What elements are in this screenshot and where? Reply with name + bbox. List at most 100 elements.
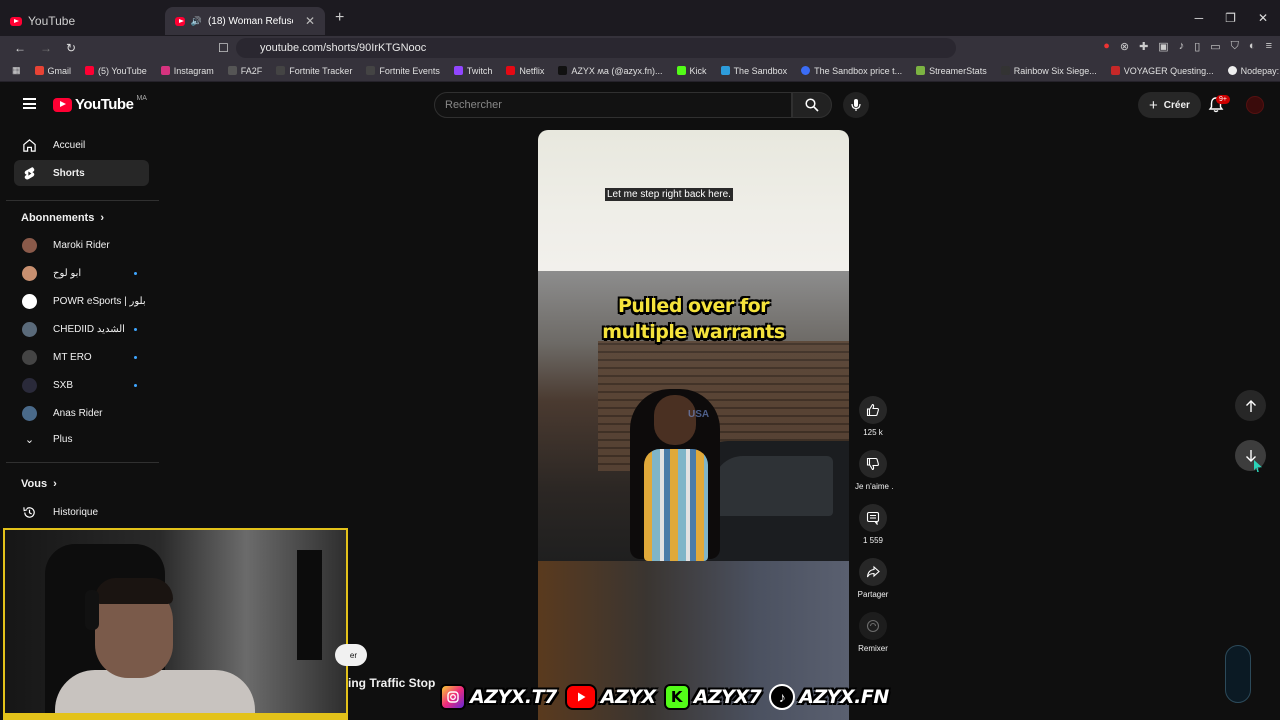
sidebar-item-history[interactable]: Historique bbox=[14, 499, 149, 525]
sidebar-subscription[interactable]: Maroki Rider bbox=[14, 232, 149, 258]
bookmark-item[interactable]: Twitch bbox=[453, 66, 492, 76]
forward-icon[interactable]: → bbox=[40, 41, 52, 55]
extension-icon[interactable]: ⊗ bbox=[1120, 40, 1129, 53]
create-button[interactable]: + Créer bbox=[1138, 92, 1201, 118]
next-short-button[interactable] bbox=[1235, 440, 1266, 471]
bookmark-item[interactable]: Kick bbox=[676, 66, 707, 76]
bookmark-item[interactable]: The Sandbox price t... bbox=[801, 66, 902, 76]
speaker-icon: 🔊 bbox=[190, 15, 202, 26]
title-line: Pulled over for bbox=[617, 295, 770, 317]
youtube-logo[interactable]: YouTube MA bbox=[53, 95, 147, 113]
menu-icon[interactable] bbox=[23, 98, 36, 109]
shorts-video-player[interactable]: Let me step right back here. USA Pulled … bbox=[538, 130, 849, 720]
sidebar-subscription[interactable]: SXB bbox=[14, 372, 149, 398]
plus-icon: + bbox=[1149, 96, 1158, 114]
video-title-overlay: Pulled over for multiple warrants bbox=[538, 293, 849, 345]
share-action: Partager bbox=[855, 558, 891, 599]
you-heading[interactable]: Vous › bbox=[21, 478, 57, 490]
subscribe-button-partial[interactable]: er bbox=[335, 644, 367, 666]
dislike-button[interactable] bbox=[859, 450, 887, 478]
search-input[interactable]: Rechercher bbox=[434, 92, 792, 118]
bookmark-item[interactable]: Rainbow Six Siege... bbox=[1000, 66, 1097, 76]
apps-icon[interactable]: ▦ bbox=[12, 65, 21, 76]
menu-icon[interactable]: ≡ bbox=[1266, 40, 1272, 53]
arrow-down-icon bbox=[1245, 449, 1256, 462]
new-content-dot bbox=[134, 327, 137, 331]
country-code: MA bbox=[136, 95, 147, 102]
browser-tab[interactable]: YouTube bbox=[0, 7, 165, 35]
instagram-handle: AZYX.T7 bbox=[470, 686, 557, 708]
subscriptions-heading[interactable]: Abonnements › bbox=[21, 212, 104, 224]
browser-tabbar: YouTube 🔊 (18) Woman Refuses Arrest D ✕ … bbox=[0, 0, 1280, 36]
bookmark-item[interactable]: The Sandbox bbox=[720, 66, 787, 76]
tab-title: (18) Woman Refuses Arrest D bbox=[207, 15, 293, 27]
bookmark-item[interactable]: FA2F bbox=[227, 66, 262, 76]
fortnite-icon bbox=[366, 66, 376, 75]
shorts-icon bbox=[24, 166, 35, 179]
remix-button[interactable] bbox=[859, 612, 887, 640]
search-button[interactable] bbox=[792, 92, 832, 118]
create-label: Créer bbox=[1163, 99, 1190, 111]
bookmark-item[interactable]: (5) YouTube bbox=[85, 66, 147, 76]
like-button[interactable] bbox=[859, 396, 887, 424]
voice-search-button[interactable] bbox=[843, 92, 869, 118]
previous-short-button[interactable] bbox=[1235, 390, 1266, 421]
window-controls: ─ ❐ ✕ bbox=[1195, 11, 1280, 25]
new-content-dot bbox=[134, 383, 137, 387]
bookmark-item[interactable]: Instagram bbox=[160, 66, 214, 76]
screenshot-icon[interactable]: ▣ bbox=[1158, 40, 1168, 53]
share-icon bbox=[866, 565, 880, 578]
sidebar-show-more[interactable]: ⌄ Plus bbox=[14, 426, 149, 452]
minimize-button[interactable]: ─ bbox=[1195, 11, 1204, 25]
wallet-icon[interactable]: ▭ bbox=[1210, 40, 1220, 53]
bookmark-item[interactable]: VOYAGER Questing... bbox=[1110, 66, 1214, 76]
vpn-icon[interactable]: ◐ bbox=[1249, 40, 1256, 53]
restore-button[interactable]: ❐ bbox=[1225, 11, 1236, 25]
short-title-partial: ing Traffic Stop bbox=[348, 676, 436, 690]
bookmark-item[interactable]: Gmail bbox=[34, 66, 71, 76]
account-avatar[interactable] bbox=[1246, 96, 1264, 114]
browser-tab-active[interactable]: 🔊 (18) Woman Refuses Arrest D ✕ bbox=[165, 7, 325, 35]
car-window bbox=[713, 456, 833, 516]
bookmark-item[interactable]: Fortnite Events bbox=[366, 66, 440, 76]
kick-icon: K bbox=[663, 684, 690, 710]
tiktok-handle: AZYX.FN bbox=[799, 686, 889, 708]
sidebar-subscription[interactable]: Anas Rider bbox=[14, 400, 149, 426]
sidebar-subscription[interactable]: CHEDIID الشديد bbox=[14, 316, 149, 342]
channel-avatar bbox=[22, 349, 37, 365]
sidebar-subscription[interactable]: MT ERO bbox=[14, 344, 149, 370]
sidebar-item-label: Historique bbox=[53, 506, 99, 518]
like-count: 125 k bbox=[863, 428, 883, 437]
remix-action: Remixer bbox=[855, 612, 891, 653]
address-bar[interactable]: youtube.com/shorts/90IrKTGNooc bbox=[236, 38, 956, 58]
new-tab-button[interactable]: + bbox=[335, 9, 344, 27]
sidebar-item-shorts[interactable]: Shorts bbox=[14, 160, 149, 186]
share-button[interactable] bbox=[859, 558, 887, 586]
sidebar-icon[interactable]: ▯ bbox=[1194, 40, 1200, 53]
bookmark-item[interactable]: StreamerStats bbox=[916, 66, 987, 76]
tiktok-icon bbox=[558, 66, 568, 75]
bookmark-item[interactable]: AZYX ʍа (@azyx.fn)... bbox=[558, 66, 663, 76]
sandbox-icon bbox=[720, 66, 730, 75]
shield-icon[interactable]: ⛉ bbox=[1231, 40, 1239, 53]
close-tab-icon[interactable]: ✕ bbox=[305, 14, 315, 28]
extension-icon[interactable]: ● bbox=[1103, 40, 1110, 53]
bookmark-item[interactable]: Nodepay: Track you... bbox=[1227, 66, 1280, 76]
comments-button[interactable] bbox=[859, 504, 887, 532]
sidebar-subscription[interactable]: ابو لوح bbox=[14, 260, 149, 286]
channel-name: POWR eSports | بلور bbox=[53, 295, 146, 307]
new-content-dot bbox=[134, 355, 137, 359]
puzzle-icon[interactable]: ✚ bbox=[1139, 40, 1148, 53]
thumbs-up-icon bbox=[866, 403, 879, 417]
sidebar-subscription[interactable]: POWR eSports | بلور bbox=[14, 288, 149, 314]
music-icon[interactable]: ♪ bbox=[1179, 40, 1185, 53]
bookmark-item[interactable]: Netflix bbox=[506, 66, 544, 76]
voyager-icon bbox=[1110, 66, 1120, 75]
sidebar-item-home[interactable]: Accueil bbox=[14, 132, 149, 158]
bookmark-page-icon[interactable]: ☐ bbox=[218, 41, 229, 55]
close-window-button[interactable]: ✕ bbox=[1258, 11, 1268, 25]
reload-icon[interactable]: ↻ bbox=[66, 41, 76, 55]
bookmark-item[interactable]: Fortnite Tracker bbox=[276, 66, 352, 76]
back-icon[interactable]: ← bbox=[14, 41, 26, 55]
divider bbox=[6, 462, 159, 463]
